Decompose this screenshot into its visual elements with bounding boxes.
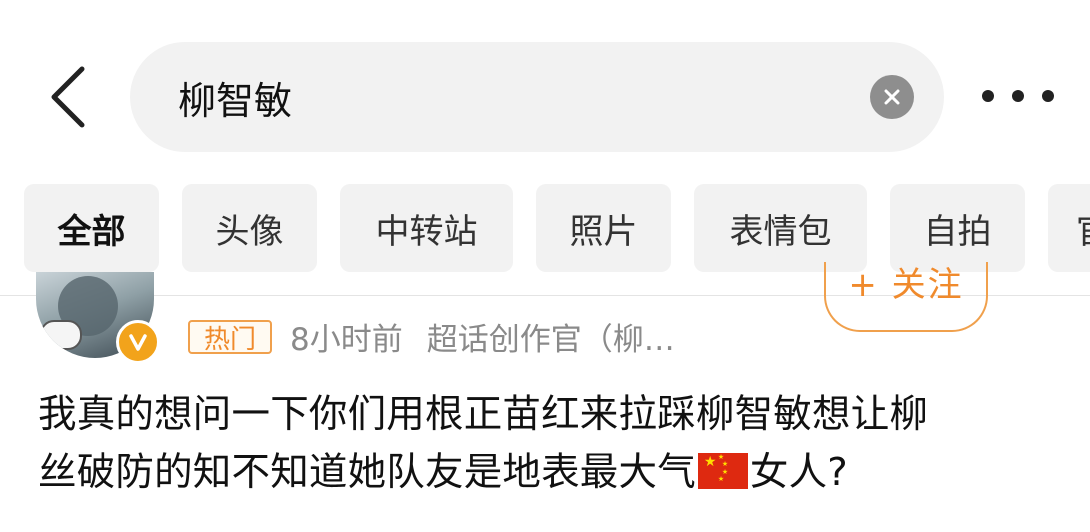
post-text-line2b: 女人?	[749, 450, 848, 495]
category-tabs: 全部 头像 中转站 照片 表情包 自拍 官	[0, 184, 1090, 272]
post-meta: 8小时前 超话创作官（柳…	[290, 314, 810, 358]
post-time: 8小时前	[290, 322, 403, 358]
search-input[interactable]	[178, 42, 838, 152]
more-dot-icon	[1042, 90, 1054, 102]
hot-badge: 热门	[188, 320, 272, 355]
more-options-button[interactable]	[982, 80, 1054, 112]
tab-photos[interactable]: 照片	[536, 184, 671, 272]
verified-badge-icon	[116, 320, 160, 364]
tab-official[interactable]: 官	[1048, 184, 1090, 272]
more-dot-icon	[1012, 90, 1024, 102]
chevron-left-icon	[51, 66, 85, 128]
post-source[interactable]: 超话创作官（柳…	[427, 322, 675, 358]
tab-transfer-station[interactable]: 中转站	[340, 184, 513, 272]
tab-avatar[interactable]: 头像	[182, 184, 317, 272]
post-text-line1: 我真的想问一下你们用根正苗红来拉踩柳智敏想让柳	[38, 392, 929, 437]
china-flag-icon: ★ ★ ★ ★ ★	[697, 453, 748, 489]
avatar-cloud-sticker	[40, 320, 82, 350]
follow-button-label: + 关注	[848, 265, 964, 305]
more-dot-icon	[982, 90, 994, 102]
back-button[interactable]	[40, 62, 96, 132]
close-icon	[884, 89, 900, 105]
tab-all[interactable]: 全部	[24, 184, 159, 272]
tab-selfie[interactable]: 自拍	[890, 184, 1025, 272]
follow-button[interactable]: + 关注	[824, 262, 988, 332]
post-text-line2a: 丝破防的知不知道她队友是地表最大气	[38, 450, 696, 495]
tab-stickers[interactable]: 表情包	[694, 184, 867, 272]
clear-search-button[interactable]	[870, 75, 914, 119]
post-text[interactable]: 我真的想问一下你们用根正苗红来拉踩柳智敏想让柳 丝破防的知不知道她队友是地表最大…	[38, 386, 1058, 502]
search-bar[interactable]	[130, 42, 944, 152]
